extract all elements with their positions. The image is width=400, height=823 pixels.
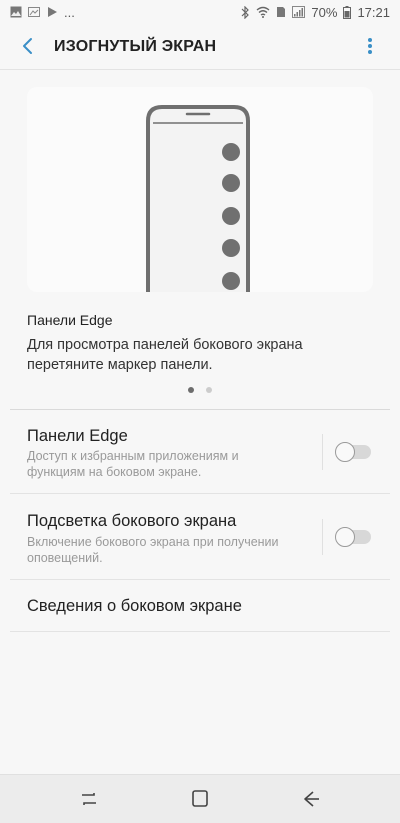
more-options-button[interactable] xyxy=(358,34,382,58)
toggle-separator xyxy=(322,519,323,555)
toggle-thumb xyxy=(335,442,355,462)
intro-description: Для просмотра панелей бокового экрана пе… xyxy=(27,337,303,373)
toggle-separator xyxy=(322,434,323,470)
setting-about-edge-screen[interactable]: Сведения о боковом экране xyxy=(0,580,400,631)
app-bar-divider xyxy=(0,69,400,70)
page-dot[interactable] xyxy=(206,387,212,393)
row-divider xyxy=(10,631,390,632)
edge-illustration-card xyxy=(27,87,373,292)
page-dot-active[interactable] xyxy=(188,387,194,393)
more-vertical-icon xyxy=(368,38,372,54)
recent-apps-icon[interactable] xyxy=(76,787,102,811)
setting-description: Включение бокового экрана при получении … xyxy=(27,535,279,565)
home-icon[interactable] xyxy=(187,787,213,811)
setting-title: Подсветка бокового экрана xyxy=(27,512,237,530)
chevron-left-icon xyxy=(23,38,32,54)
page-indicator xyxy=(0,385,400,395)
wifi-icon xyxy=(256,6,270,18)
back-icon[interactable] xyxy=(298,787,324,811)
battery-icon xyxy=(343,5,352,19)
intro-title: Панели Edge xyxy=(27,312,113,328)
clock: 17:21 xyxy=(357,4,390,20)
setting-edge-panels[interactable]: Панели Edge Доступ к избранным приложени… xyxy=(0,410,400,493)
play-store-icon xyxy=(48,7,57,17)
setting-edge-lighting[interactable]: Подсветка бокового экрана Включение боко… xyxy=(0,494,400,579)
phone-edge-illustration xyxy=(146,105,250,292)
toggle-thumb xyxy=(335,527,355,547)
sim-icon xyxy=(277,7,286,17)
status-overflow: ... xyxy=(64,4,75,20)
gallery-icon xyxy=(10,6,22,18)
bluetooth-icon xyxy=(241,5,250,19)
page-title: ИЗОГНУТЫЙ ЭКРАН xyxy=(54,38,217,55)
battery-percentage: 70% xyxy=(311,4,338,20)
setting-title: Сведения о боковом экране xyxy=(27,597,242,615)
setting-title: Панели Edge xyxy=(27,427,128,445)
status-bar: ... 70% 17:21 xyxy=(0,0,400,24)
setting-description: Доступ к избранным приложениям и функция… xyxy=(27,449,239,479)
signal-icon xyxy=(292,6,306,18)
image-icon xyxy=(28,7,40,17)
edge-lighting-toggle[interactable] xyxy=(335,527,371,547)
navigation-bar xyxy=(0,774,400,823)
app-bar: ИЗОГНУТЫЙ ЭКРАН xyxy=(0,24,400,70)
edge-panels-toggle[interactable] xyxy=(335,442,371,462)
back-button[interactable] xyxy=(14,32,42,60)
